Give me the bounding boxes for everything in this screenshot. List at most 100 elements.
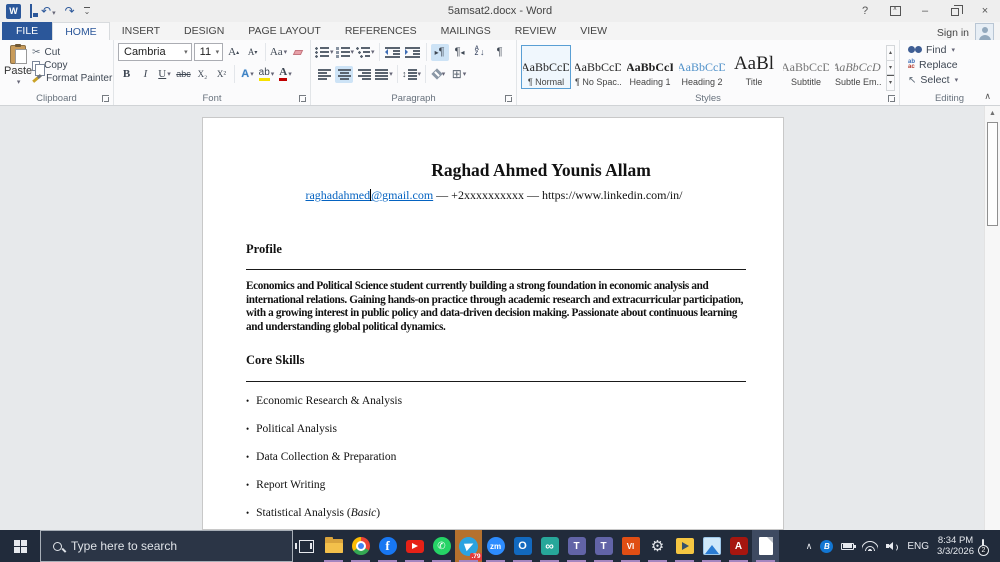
- ltr-text-direction-button[interactable]: ▸ ¶: [430, 43, 449, 61]
- shading-button[interactable]: ▾: [430, 66, 448, 83]
- app-chrome[interactable]: [347, 530, 374, 562]
- align-right-button[interactable]: [355, 66, 373, 83]
- bluetooth-icon[interactable]: B: [820, 539, 834, 553]
- tab-page-layout[interactable]: PAGE LAYOUT: [236, 22, 333, 40]
- ribbon-display-options-button[interactable]: ∧: [880, 0, 910, 22]
- app-acrobat[interactable]: A: [725, 530, 752, 562]
- style-title[interactable]: AaBl Title: [729, 45, 779, 89]
- change-case-button[interactable]: Aa ▾: [270, 44, 287, 61]
- tray-expand-button[interactable]: ∧: [806, 541, 813, 552]
- style-no-spacing[interactable]: AaBbCcD ¶ No Spac...: [573, 45, 623, 89]
- tab-file[interactable]: FILE: [2, 22, 53, 40]
- redo-button[interactable]: ↷: [65, 5, 75, 17]
- app-infinity[interactable]: ∞: [536, 530, 563, 562]
- tab-design[interactable]: DESIGN: [172, 22, 236, 40]
- scrollbar-thumb[interactable]: [987, 122, 998, 226]
- justify-button[interactable]: ▾: [375, 66, 393, 83]
- app-settings[interactable]: ⚙: [644, 530, 671, 562]
- app-photos[interactable]: [698, 530, 725, 562]
- replace-button[interactable]: ab ac Replace: [908, 59, 995, 71]
- collapse-ribbon-button[interactable]: ∧: [984, 91, 991, 102]
- styles-scroll-up-button[interactable]: ▴: [887, 46, 894, 61]
- dialog-launcher-paragraph[interactable]: [505, 95, 512, 102]
- multilevel-list-button[interactable]: ▾: [356, 44, 375, 61]
- app-vi[interactable]: VI: [617, 530, 644, 562]
- align-center-button[interactable]: [335, 65, 353, 83]
- select-button[interactable]: ↖ Select ▾: [908, 74, 995, 86]
- numbering-button[interactable]: ▾: [335, 44, 354, 61]
- rtl-text-direction-button[interactable]: ¶ ◂: [451, 44, 469, 61]
- app-file-explorer[interactable]: [320, 530, 347, 562]
- wifi-icon[interactable]: [862, 541, 879, 551]
- app-teams-2[interactable]: T: [590, 530, 617, 562]
- font-color-button[interactable]: A ▾: [277, 66, 294, 83]
- battery-icon[interactable]: [841, 542, 857, 550]
- restore-button[interactable]: [940, 0, 970, 22]
- show-formatting-marks-button[interactable]: ¶: [491, 44, 509, 61]
- scroll-up-arrow[interactable]: ▲: [985, 106, 1000, 121]
- app-media-player[interactable]: [671, 530, 698, 562]
- tab-references[interactable]: REFERENCES: [333, 22, 429, 40]
- align-left-button[interactable]: [315, 66, 333, 83]
- text-effects-button[interactable]: A ▾: [239, 66, 256, 83]
- tab-insert[interactable]: INSERT: [110, 22, 172, 40]
- bold-button[interactable]: B: [118, 66, 135, 83]
- font-family-combo[interactable]: Cambria ▾: [118, 43, 192, 61]
- vertical-scrollbar[interactable]: ▲: [984, 106, 1000, 530]
- borders-button[interactable]: ⊞ ▾: [450, 66, 468, 83]
- task-view-button[interactable]: [293, 530, 320, 562]
- app-facebook[interactable]: f: [374, 530, 401, 562]
- highlight-color-button[interactable]: ab ▾: [258, 66, 275, 83]
- subscript-button[interactable]: X₂: [194, 66, 211, 83]
- shrink-font-button[interactable]: A ▾: [244, 44, 261, 61]
- line-spacing-button[interactable]: ↕ ▾: [402, 66, 421, 83]
- style-normal[interactable]: AaBbCcD ¶ Normal: [521, 45, 571, 89]
- app-zoom[interactable]: zm: [482, 530, 509, 562]
- document-page[interactable]: Raghad Ahmed Younis Allam raghadahmed@gm…: [202, 117, 784, 530]
- underline-button[interactable]: U ▾: [156, 66, 173, 83]
- app-youtube[interactable]: [401, 530, 428, 562]
- customize-qat-button[interactable]: ⌄: [83, 6, 91, 16]
- dialog-launcher-styles[interactable]: [888, 95, 895, 102]
- style-subtle-emphasis[interactable]: AaBbCcDiSubtle Em...: [833, 45, 883, 89]
- language-indicator[interactable]: ENG: [907, 541, 929, 552]
- find-button[interactable]: Find ▾: [908, 44, 995, 56]
- superscript-button[interactable]: X²: [213, 66, 230, 83]
- increase-indent-button[interactable]: [404, 44, 422, 61]
- dialog-launcher-font[interactable]: [299, 95, 306, 102]
- styles-more-button[interactable]: ▾: [887, 75, 894, 90]
- style-heading-1[interactable]: AaBbCcI Heading 1: [625, 45, 675, 89]
- style-subtitle[interactable]: AaBbCcD Subtitle: [781, 45, 831, 89]
- start-button[interactable]: [0, 530, 40, 562]
- clear-formatting-button[interactable]: [289, 44, 306, 61]
- clock[interactable]: 8:34 PM 3/3/2026: [937, 535, 974, 557]
- volume-icon[interactable]: [886, 541, 900, 552]
- paste-button[interactable]: Paste ▾: [4, 43, 32, 91]
- app-outlook[interactable]: O: [509, 530, 536, 562]
- tab-home[interactable]: HOME: [52, 22, 110, 41]
- taskbar-search-box[interactable]: Type here to search: [40, 530, 293, 562]
- grow-font-button[interactable]: A ▴: [225, 44, 242, 61]
- sort-button[interactable]: A Z ↓: [471, 44, 489, 61]
- help-button[interactable]: ?: [850, 0, 880, 22]
- tab-mailings[interactable]: MAILINGS: [429, 22, 503, 40]
- close-button[interactable]: ×: [970, 0, 1000, 22]
- decrease-indent-button[interactable]: [384, 44, 402, 61]
- style-heading-2[interactable]: AaBbCcD Heading 2: [677, 45, 727, 89]
- styles-scroll-down-button[interactable]: ▾: [887, 61, 894, 76]
- notification-center-button[interactable]: 2: [978, 539, 989, 556]
- bullets-button[interactable]: ▾: [315, 44, 334, 61]
- save-button[interactable]: [30, 4, 32, 18]
- cut-button[interactable]: ✂ Cut: [32, 47, 112, 58]
- copy-button[interactable]: Copy: [32, 60, 112, 76]
- minimize-button[interactable]: –: [910, 0, 940, 22]
- undo-button[interactable]: ↶▾: [41, 5, 56, 18]
- font-size-combo[interactable]: 11 ▾: [193, 43, 224, 61]
- app-whatsapp[interactable]: ✆: [428, 530, 455, 562]
- email-link[interactable]: raghadahmed@gmail.com: [305, 188, 433, 202]
- tab-view[interactable]: VIEW: [568, 22, 619, 40]
- tab-review[interactable]: REVIEW: [503, 22, 568, 40]
- strikethrough-button[interactable]: abc: [175, 66, 192, 83]
- app-teams-1[interactable]: T: [563, 530, 590, 562]
- app-telegram[interactable]: .79: [455, 530, 482, 562]
